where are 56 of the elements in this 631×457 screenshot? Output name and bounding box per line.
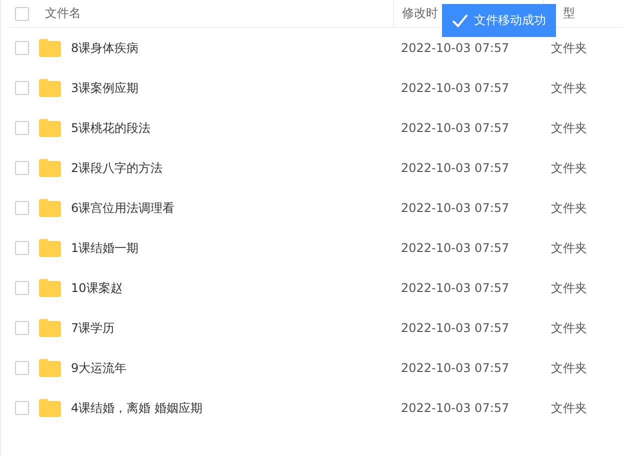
modified-time: 2022-10-03 07:57 <box>400 201 510 215</box>
folder-icon <box>39 159 61 177</box>
checkbox[interactable] <box>15 161 29 175</box>
file-name[interactable]: 9大运流年 <box>71 360 127 376</box>
checkbox[interactable] <box>15 6 29 20</box>
checkbox[interactable] <box>15 41 29 55</box>
file-type: 文件夹 <box>550 400 588 416</box>
checkbox[interactable] <box>15 361 29 375</box>
modified-time: 2022-10-03 07:57 <box>400 241 510 255</box>
checkbox[interactable] <box>15 121 29 135</box>
modified-time: 2022-10-03 07:57 <box>400 161 510 175</box>
file-type: 文件夹 <box>550 200 588 216</box>
modified-time: 2022-10-03 07:57 <box>400 361 510 375</box>
modified-time: 2022-10-03 07:57 <box>400 41 510 55</box>
folder-icon <box>39 319 61 337</box>
file-name[interactable]: 6课宫位用法调理看 <box>71 200 175 216</box>
file-name[interactable]: 1课结婚一期 <box>71 240 139 256</box>
column-header: 型 <box>563 5 575 22</box>
file-type: 文件夹 <box>550 240 588 256</box>
column-header: 文件名 <box>45 5 81 22</box>
folder-icon <box>39 39 61 57</box>
file-name[interactable]: 3课案例应期 <box>71 80 139 96</box>
folder-icon <box>39 399 61 417</box>
folder-icon <box>39 279 61 297</box>
file-name[interactable]: 7课学历 <box>71 320 115 336</box>
file-type: 文件夹 <box>550 160 588 176</box>
folder-icon <box>39 79 61 97</box>
checkbox[interactable] <box>15 81 29 95</box>
modified-time: 2022-10-03 07:57 <box>400 401 510 415</box>
file-name[interactable]: 2课段八字的方法 <box>71 160 163 176</box>
modified-time: 2022-10-03 07:57 <box>400 321 510 335</box>
file-type: 文件夹 <box>550 40 588 56</box>
folder-icon <box>39 239 61 257</box>
checkbox[interactable] <box>15 281 29 295</box>
checkbox[interactable] <box>15 201 29 215</box>
column-header: 修改时 <box>402 5 438 22</box>
file-name[interactable]: 5课桃花的段法 <box>71 120 151 136</box>
modified-time: 2022-10-03 07:57 <box>400 281 510 295</box>
file-name[interactable]: 10课案赵 <box>71 280 122 296</box>
folder-icon <box>39 199 61 217</box>
file-name[interactable]: 4课结婚，离婚 婚姻应期 <box>71 400 202 416</box>
checkbox[interactable] <box>15 321 29 335</box>
checkbox[interactable] <box>15 401 29 415</box>
folder-icon <box>39 359 61 377</box>
modified-time: 2022-10-03 07:57 <box>400 81 510 95</box>
file-type: 文件夹 <box>550 280 588 296</box>
file-type: 文件夹 <box>550 80 588 96</box>
file-type: 文件夹 <box>550 120 588 136</box>
checkbox[interactable] <box>15 241 29 255</box>
toast-message: 文件移动成功 <box>474 12 546 29</box>
modified-time: 2022-10-03 07:57 <box>400 121 510 135</box>
file-type: 文件夹 <box>550 320 588 336</box>
file-name[interactable]: 8课身体疾病 <box>71 40 139 56</box>
folder-icon <box>39 119 61 137</box>
check-icon <box>452 14 468 28</box>
file-type: 文件夹 <box>550 360 588 376</box>
